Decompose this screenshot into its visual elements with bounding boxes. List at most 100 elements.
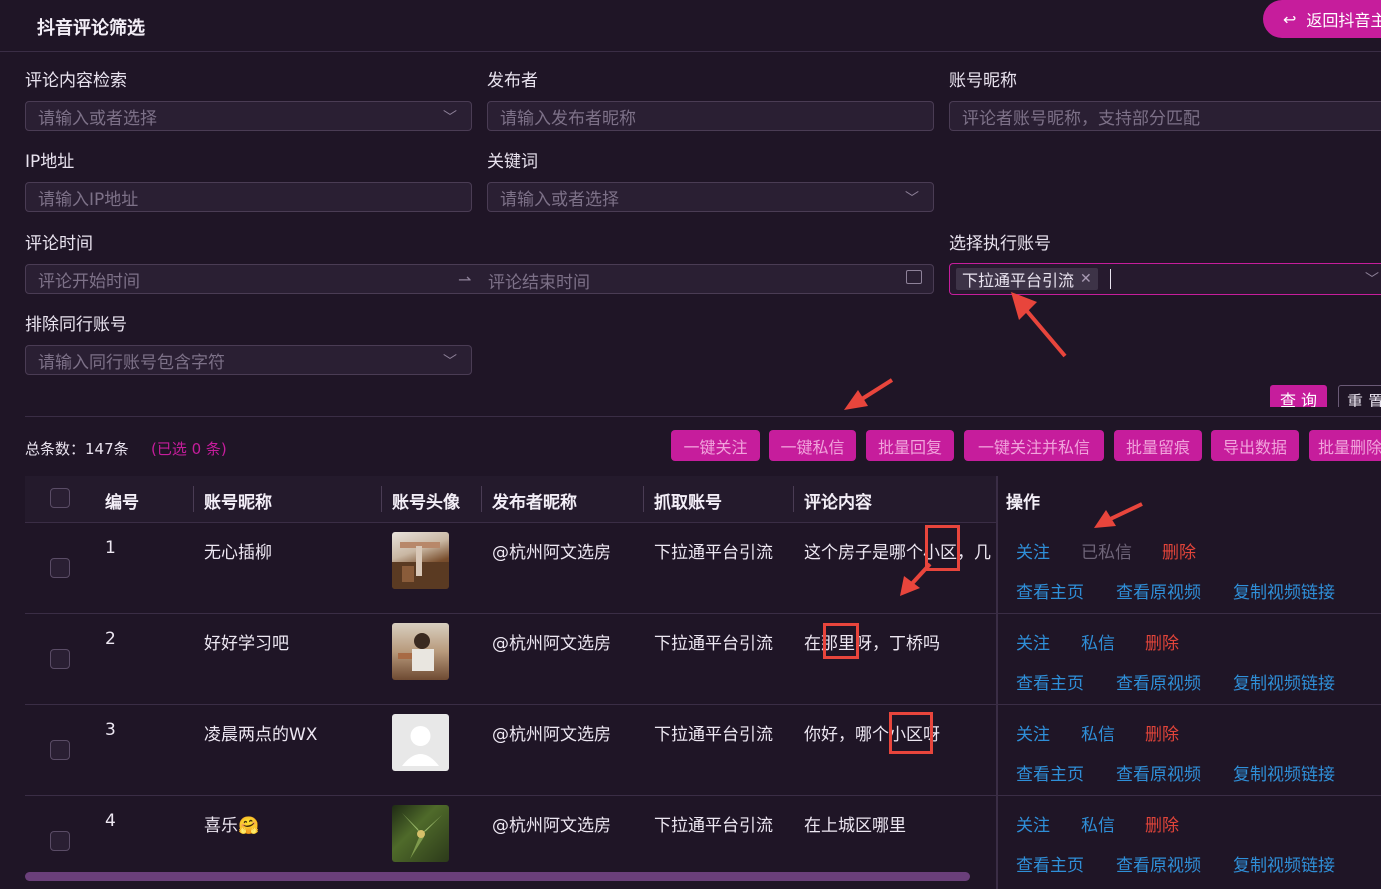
avatar[interactable] <box>392 805 449 862</box>
export-button[interactable]: 导出数据 <box>1211 430 1299 461</box>
view-video-link[interactable]: 查看原视频 <box>1116 851 1201 876</box>
select-all-checkbox[interactable] <box>50 488 70 508</box>
selected-count: (已选 0 条) <box>151 440 227 458</box>
exclude-select[interactable]: 请输入同行账号包含字符 ﹀ <box>25 345 472 375</box>
bulk-follow-button[interactable]: 一键关注 <box>671 430 760 461</box>
col-divider <box>643 486 644 512</box>
col-divider <box>481 486 482 512</box>
follow-link[interactable]: 关注 <box>1016 720 1050 745</box>
copy-video-link[interactable]: 复制视频链接 <box>1233 669 1335 694</box>
message-link[interactable]: 私信 <box>1081 629 1115 654</box>
comment-search-placeholder: 请输入或者选择 <box>38 108 157 129</box>
chevron-down-icon: ﹀ <box>443 354 457 370</box>
close-icon[interactable]: ✕ <box>1080 271 1092 287</box>
row-checkbox[interactable] <box>50 831 70 851</box>
row-divider <box>25 613 1381 614</box>
follow-and-message-button[interactable]: 一键关注并私信 <box>964 430 1104 461</box>
copy-video-link[interactable]: 复制视频链接 <box>1233 578 1335 603</box>
nickname-label: 账号昵称 <box>949 71 1017 91</box>
row-id: 4 <box>105 811 116 831</box>
view-video-link[interactable]: 查看原视频 <box>1116 760 1201 785</box>
chevron-down-icon: ﹀ <box>905 191 919 207</box>
comment-search-label: 评论内容检索 <box>25 71 127 91</box>
delete-link[interactable]: 删除 <box>1145 811 1179 836</box>
text-caret <box>1109 269 1111 289</box>
col-publisher: 发布者昵称 <box>492 493 577 513</box>
message-link[interactable]: 私信 <box>1081 720 1115 745</box>
bulk-delete-button[interactable]: 批量删除 <box>1309 430 1381 461</box>
query-button[interactable]: 查 询 <box>1270 385 1327 407</box>
view-video-link[interactable]: 查看原视频 <box>1116 578 1201 603</box>
col-divider <box>381 486 382 512</box>
col-divider <box>193 486 194 512</box>
default-avatar-icon <box>402 726 439 766</box>
horizontal-scrollbar[interactable] <box>25 872 970 881</box>
view-profile-link[interactable]: 查看主页 <box>1016 669 1084 694</box>
view-video-link[interactable]: 查看原视频 <box>1116 669 1201 694</box>
row-account: 下拉通平台引流 <box>654 634 773 654</box>
nickname-placeholder: 评论者账号昵称，支持部分匹配 <box>962 108 1200 129</box>
col-comment: 评论内容 <box>804 493 872 513</box>
avatar-image <box>392 542 449 589</box>
col-id: 编号 <box>105 493 139 513</box>
view-profile-link[interactable]: 查看主页 <box>1016 851 1084 876</box>
row-account: 下拉通平台引流 <box>654 816 773 836</box>
bulk-trace-button[interactable]: 批量留痕 <box>1114 430 1202 461</box>
publisher-input[interactable]: 请输入发布者昵称 <box>487 101 934 131</box>
avatar-image <box>398 633 434 671</box>
avatar[interactable] <box>392 623 449 680</box>
row-comment: 在上城区哪里 <box>804 816 906 836</box>
view-profile-link[interactable]: 查看主页 <box>1016 578 1084 603</box>
follow-link[interactable]: 关注 <box>1016 811 1050 836</box>
calendar-icon[interactable] <box>906 270 922 284</box>
col-operation: 操作 <box>1006 493 1040 513</box>
bulk-reply-button[interactable]: 批量回复 <box>866 430 954 461</box>
col-nickname: 账号昵称 <box>204 493 272 513</box>
messaged-link[interactable]: 已私信 <box>1081 538 1132 563</box>
comment-search-select[interactable]: 请输入或者选择 ﹀ <box>25 101 472 131</box>
keyword-select[interactable]: 请输入或者选择 ﹀ <box>487 182 934 212</box>
bulk-message-button[interactable]: 一键私信 <box>769 430 856 461</box>
ip-placeholder: 请输入IP地址 <box>38 189 139 210</box>
time-range-picker[interactable]: 评论开始时间 <box>25 264 934 294</box>
annotation-arrow-icon <box>900 562 932 596</box>
chevron-down-icon: ﹀ <box>1365 272 1379 288</box>
row-nickname: 好好学习吧 <box>204 634 289 654</box>
keyword-placeholder: 请输入或者选择 <box>500 189 619 210</box>
message-link[interactable]: 私信 <box>1081 811 1115 836</box>
row-publisher: @杭州阿文选房 <box>492 725 611 745</box>
row-checkbox[interactable] <box>50 558 70 578</box>
row-publisher: @杭州阿文选房 <box>492 816 611 836</box>
delete-link[interactable]: 删除 <box>1145 629 1179 654</box>
copy-video-link[interactable]: 复制视频链接 <box>1233 760 1335 785</box>
time-end-placeholder: 评论结束时间 <box>488 273 590 293</box>
row-checkbox[interactable] <box>50 649 70 669</box>
row-nickname: 喜乐🤗 <box>204 816 260 836</box>
publisher-placeholder: 请输入发布者昵称 <box>500 108 636 129</box>
row-id: 3 <box>105 720 116 740</box>
row-checkbox[interactable] <box>50 740 70 760</box>
row-publisher: @杭州阿文选房 <box>492 634 611 654</box>
view-profile-link[interactable]: 查看主页 <box>1016 760 1084 785</box>
back-button[interactable]: ↩ 返回抖音主 <box>1263 0 1381 38</box>
range-arrow-icon: ⇀ <box>458 270 472 289</box>
ip-input[interactable]: 请输入IP地址 <box>25 182 472 212</box>
reset-button[interactable]: 重 置 <box>1338 385 1381 407</box>
avatar[interactable] <box>392 532 449 589</box>
annotation-highlight-box <box>823 623 859 659</box>
delete-link[interactable]: 删除 <box>1162 538 1196 563</box>
selected-account-tag-label: 下拉通平台引流 <box>962 271 1075 290</box>
follow-link[interactable]: 关注 <box>1016 629 1050 654</box>
row-id: 1 <box>105 538 116 558</box>
copy-video-link[interactable]: 复制视频链接 <box>1233 851 1335 876</box>
row-publisher: @杭州阿文选房 <box>492 543 611 563</box>
time-start-placeholder: 评论开始时间 <box>38 271 140 292</box>
publisher-label: 发布者 <box>487 71 538 91</box>
col-avatar: 账号头像 <box>392 493 460 513</box>
annotation-arrow-icon <box>1011 292 1067 358</box>
follow-link[interactable]: 关注 <box>1016 538 1050 563</box>
avatar[interactable] <box>392 714 449 771</box>
nickname-input[interactable]: 评论者账号昵称，支持部分匹配 <box>949 101 1381 131</box>
delete-link[interactable]: 删除 <box>1145 720 1179 745</box>
row-nickname: 无心插柳 <box>204 543 272 563</box>
